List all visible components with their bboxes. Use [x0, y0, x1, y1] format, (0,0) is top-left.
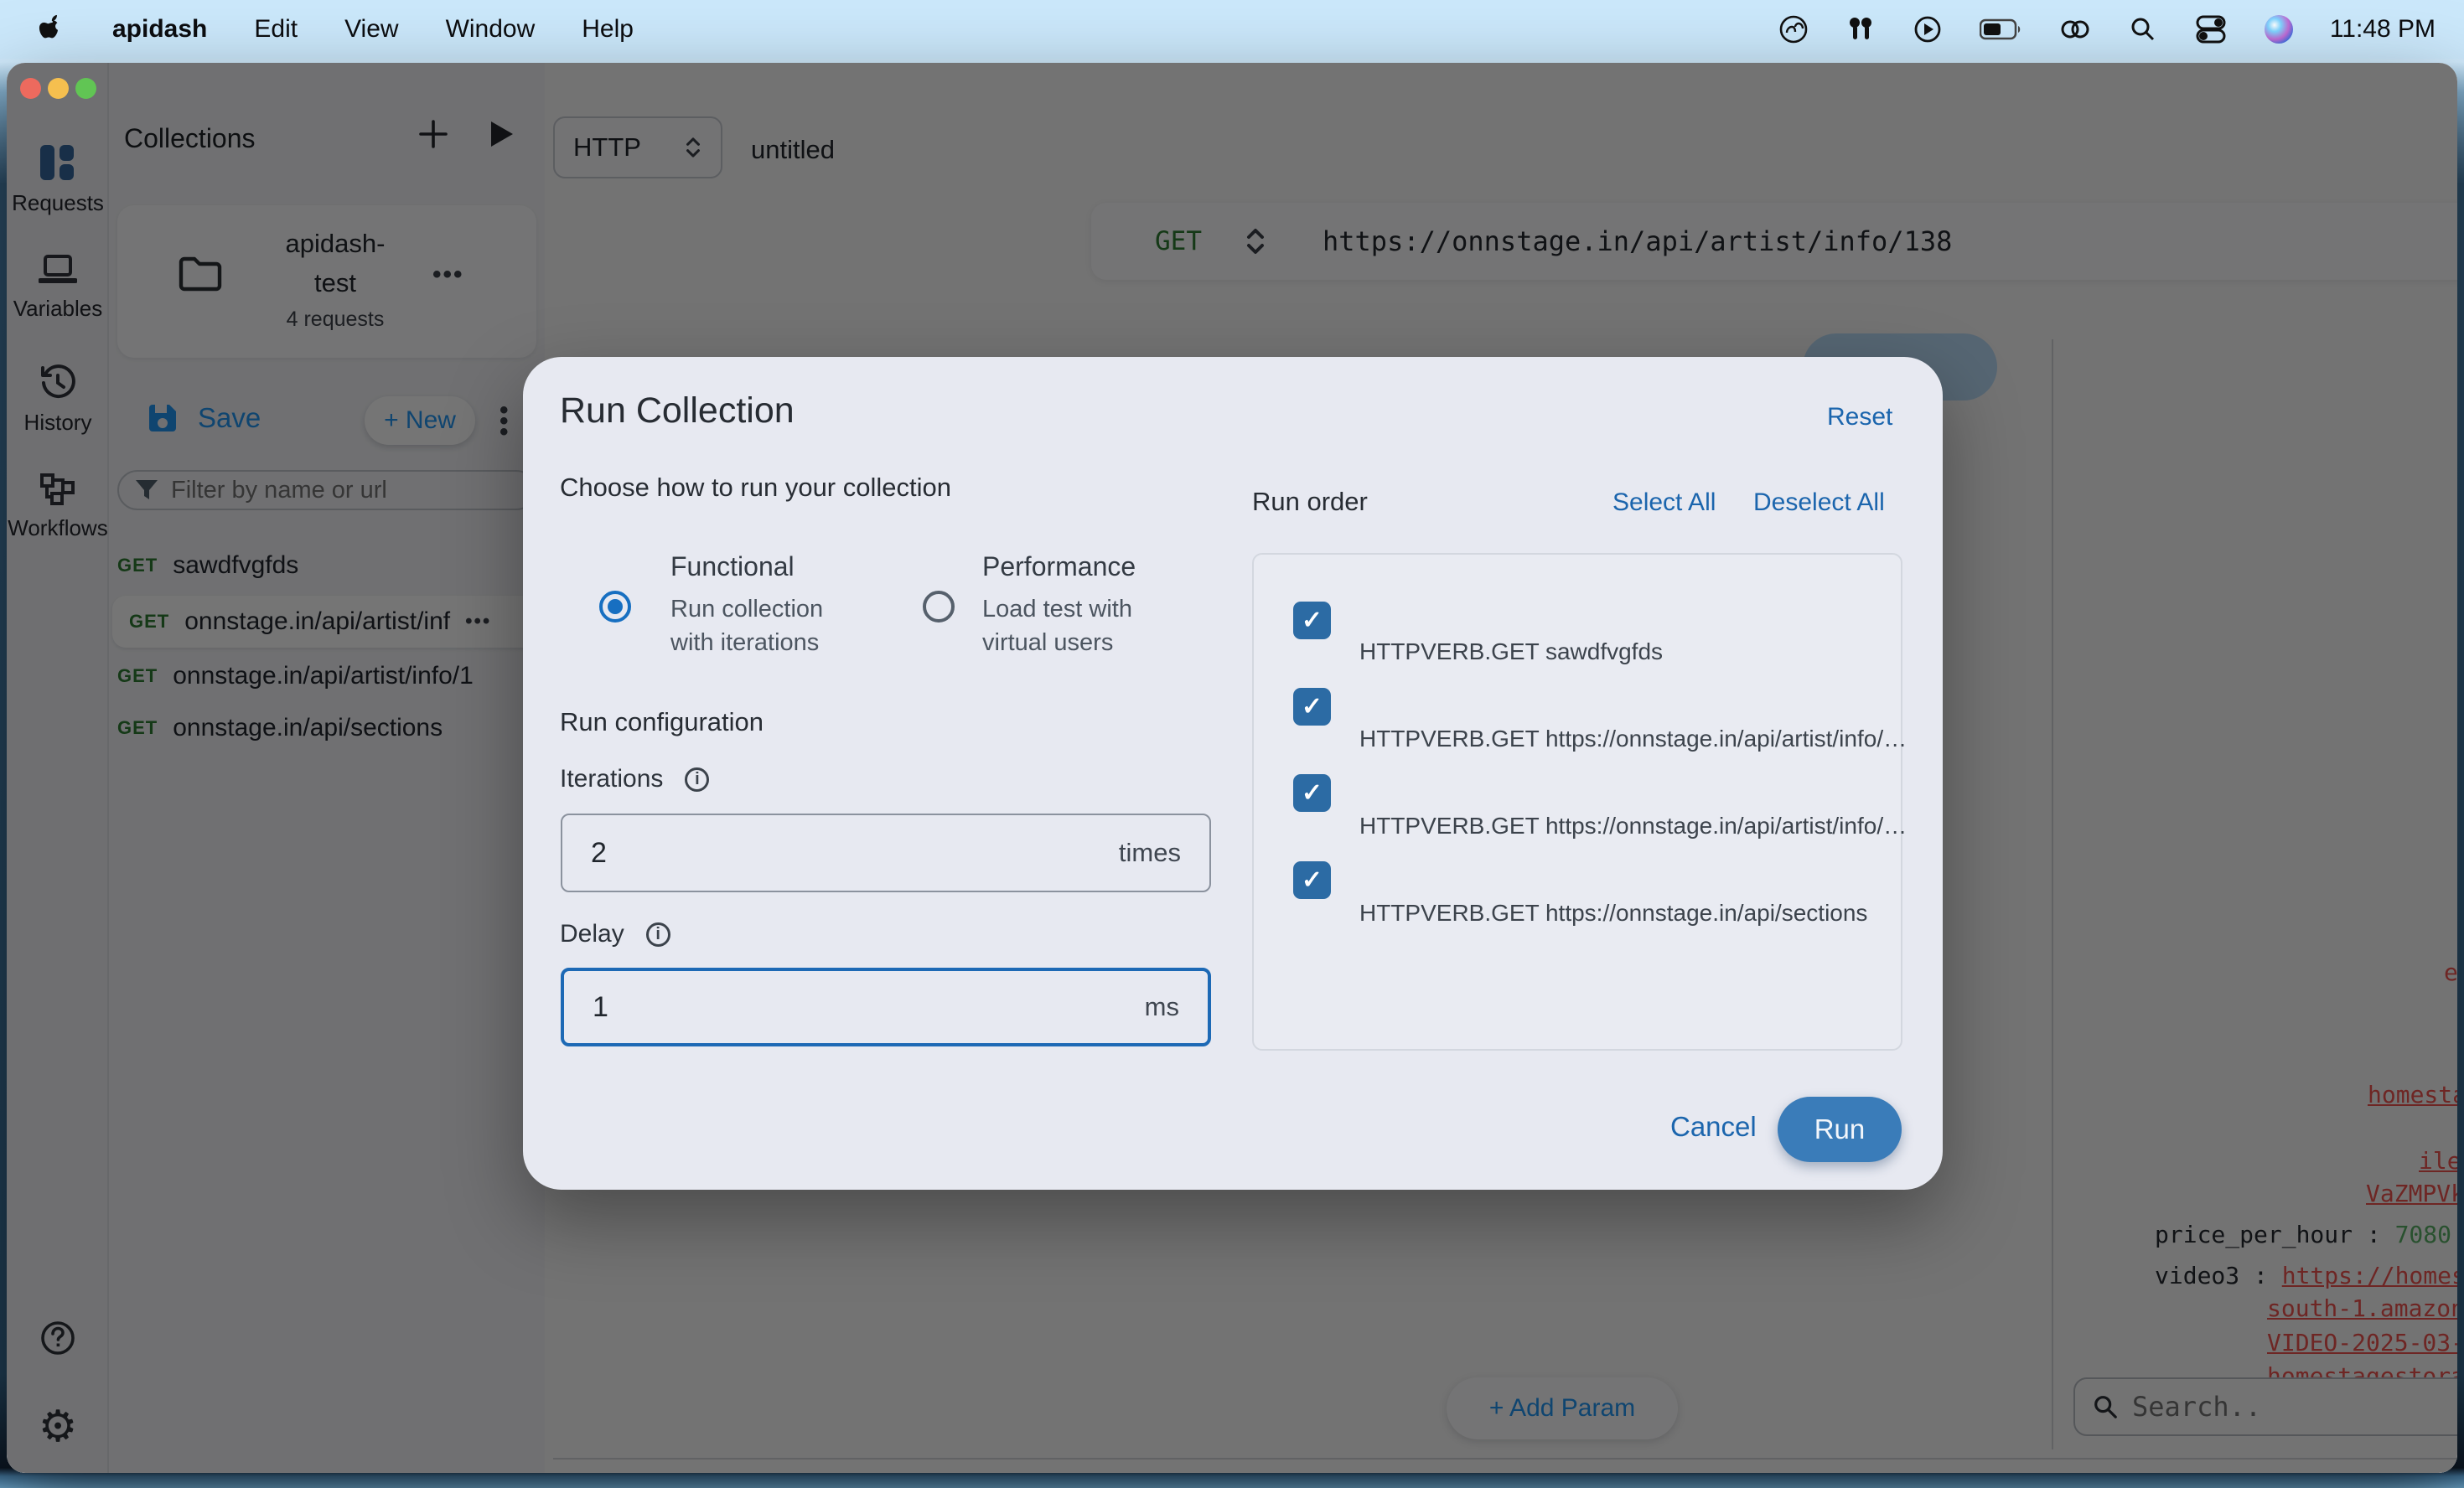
menubar-item-view[interactable]: View — [344, 15, 398, 44]
iterations-input[interactable] — [591, 837, 1119, 870]
performance-desc-line2: virtual users — [982, 626, 1113, 659]
delay-label-row: Delay i — [560, 920, 670, 948]
battery-icon[interactable] — [1980, 17, 2021, 42]
iterations-field[interactable]: times — [561, 814, 1211, 892]
run-order-checkbox[interactable] — [1293, 688, 1331, 726]
performance-title[interactable]: Performance — [982, 551, 1136, 582]
run-button[interactable]: Run — [1778, 1097, 1902, 1162]
run-order-item[interactable]: HTTPVERB.GET sawdfvgfds — [1359, 638, 1663, 665]
window-minimize-button[interactable] — [48, 78, 69, 99]
menubar-item-edit[interactable]: Edit — [254, 15, 298, 44]
delay-field[interactable]: ms — [561, 968, 1211, 1046]
info-icon[interactable]: i — [685, 767, 709, 792]
deselect-all-button[interactable]: Deselect All — [1753, 488, 1885, 517]
menubar-item-help[interactable]: Help — [582, 15, 634, 44]
handoff-icon[interactable] — [2058, 16, 2092, 43]
functional-desc-line1: Run collection — [670, 592, 823, 626]
dialog-title: Run Collection — [560, 390, 795, 431]
run-order-list: HTTPVERB.GET sawdfvgfds HTTPVERB.GET htt… — [1252, 553, 1902, 1051]
iterations-unit: times — [1119, 838, 1181, 868]
choose-mode-label: Choose how to run your collection — [560, 473, 951, 503]
run-collection-dialog: Run Collection Reset Choose how to run y… — [523, 357, 1943, 1190]
run-order-label: Run order — [1252, 487, 1368, 517]
functional-desc-line2: with iterations — [670, 626, 819, 659]
performance-radio[interactable] — [923, 591, 955, 623]
cancel-button[interactable]: Cancel — [1670, 1111, 1757, 1143]
run-order-checkbox[interactable] — [1293, 861, 1331, 899]
menubar-item-window[interactable]: Window — [446, 15, 536, 44]
run-order-item[interactable]: HTTPVERB.GET https://onnstage.in/api/art… — [1359, 813, 1907, 840]
run-order-item[interactable]: HTTPVERB.GET https://onnstage.in/api/art… — [1359, 726, 1907, 752]
run-order-item[interactable]: HTTPVERB.GET https://onnstage.in/api/sec… — [1359, 900, 1867, 927]
spotlight-search-icon[interactable] — [2129, 15, 2157, 44]
run-config-label: Run configuration — [560, 707, 764, 737]
functional-title[interactable]: Functional — [670, 551, 795, 582]
window-zoom-button[interactable] — [75, 78, 96, 99]
creative-cloud-icon[interactable] — [1778, 14, 1809, 44]
play-circle-icon[interactable] — [1913, 14, 1943, 44]
select-all-button[interactable]: Select All — [1612, 488, 1716, 517]
airpods-icon[interactable] — [1845, 14, 1876, 44]
apple-logo-icon[interactable] — [39, 13, 65, 45]
run-order-checkbox[interactable] — [1293, 774, 1331, 812]
window-close-button[interactable] — [20, 78, 41, 99]
siri-icon[interactable] — [2265, 15, 2293, 44]
iterations-label-row: Iterations i — [560, 765, 709, 793]
menubar-app-name[interactable]: apidash — [112, 15, 207, 44]
run-order-checkbox[interactable] — [1293, 602, 1331, 639]
info-icon[interactable]: i — [646, 922, 670, 947]
control-center-icon[interactable] — [2194, 14, 2228, 44]
menubar-clock[interactable]: 11:48 PM — [2330, 15, 2436, 44]
performance-desc-line1: Load test with — [982, 592, 1132, 626]
reset-button[interactable]: Reset — [1827, 403, 1892, 431]
functional-radio[interactable] — [599, 591, 631, 623]
delay-input[interactable] — [593, 991, 1145, 1024]
macos-menu-bar: apidash Edit View Window Help 11:48 PM — [0, 0, 2464, 59]
delay-unit: ms — [1145, 992, 1179, 1022]
